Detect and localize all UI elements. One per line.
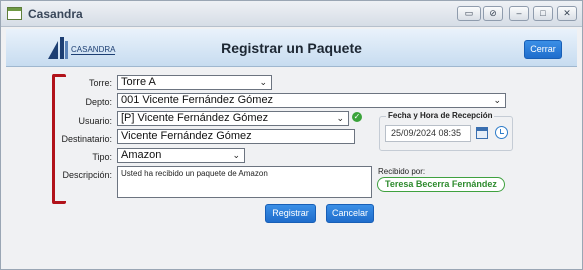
register-button[interactable]: Registrar (265, 204, 316, 223)
tipo-label: Tipo: (92, 152, 112, 162)
app-window-icon (7, 7, 22, 20)
reception-datetime-input[interactable]: 25/09/2024 08:35 (385, 125, 471, 142)
depto-select[interactable]: 001 Vicente Fernández Gómez ⌄ (117, 93, 506, 108)
pin-icon[interactable]: ⊘ (483, 6, 503, 21)
tipo-select[interactable]: Amazon ⌄ (117, 148, 245, 163)
close-button[interactable]: Cerrar (524, 40, 562, 59)
descripcion-label: Descripción: (62, 170, 112, 180)
destinatario-input[interactable]: Vicente Fernández Gómez (117, 129, 355, 144)
depto-value: 001 Vicente Fernández Gómez (121, 94, 274, 106)
usuario-label: Usuario: (78, 116, 112, 126)
title-bar: Casandra ▭ ⊘ – □ ✕ (1, 1, 582, 27)
cancel-button[interactable]: Cancelar (326, 204, 374, 223)
torre-label: Torre: (88, 78, 112, 88)
reception-legend: Fecha y Hora de Recepción (386, 111, 495, 120)
page-title: Registrar un Paquete (221, 40, 362, 56)
minimize-button[interactable]: – (509, 6, 529, 21)
depto-label: Depto: (85, 97, 112, 107)
torre-value: Torre A (121, 76, 156, 88)
page-header: CASANDRA Registrar un Paquete Cerrar (6, 29, 577, 67)
usuario-select[interactable]: [P] Vicente Fernández Gómez ⌄ (117, 111, 349, 126)
tipo-value: Amazon (121, 149, 162, 161)
maximize-button[interactable]: □ (533, 6, 553, 21)
usuario-value: [P] Vicente Fernández Gómez (121, 112, 269, 124)
restore-group-icon[interactable]: ▭ (457, 6, 481, 21)
descripcion-textarea[interactable]: Usted ha recibido un paquete de Amazon (117, 166, 372, 198)
chevron-down-icon: ⌄ (336, 113, 344, 123)
destinatario-label: Destinatario: (61, 134, 112, 144)
app-window: Casandra ▭ ⊘ – □ ✕ CASANDRA Registrar un… (0, 0, 583, 270)
calendar-icon[interactable] (476, 127, 488, 139)
chevron-down-icon: ⌄ (232, 150, 240, 160)
clock-icon[interactable] (495, 126, 508, 139)
check-icon: ✓ (352, 112, 362, 122)
chevron-down-icon: ⌄ (493, 95, 501, 105)
chevron-down-icon: ⌄ (259, 77, 267, 87)
close-window-button[interactable]: ✕ (557, 6, 577, 21)
window-title: Casandra (28, 7, 83, 21)
received-by-label: Recibido por: (378, 167, 426, 176)
received-by-badge: Teresa Becerra Fernández (377, 177, 505, 192)
torre-select[interactable]: Torre A ⌄ (117, 75, 272, 90)
